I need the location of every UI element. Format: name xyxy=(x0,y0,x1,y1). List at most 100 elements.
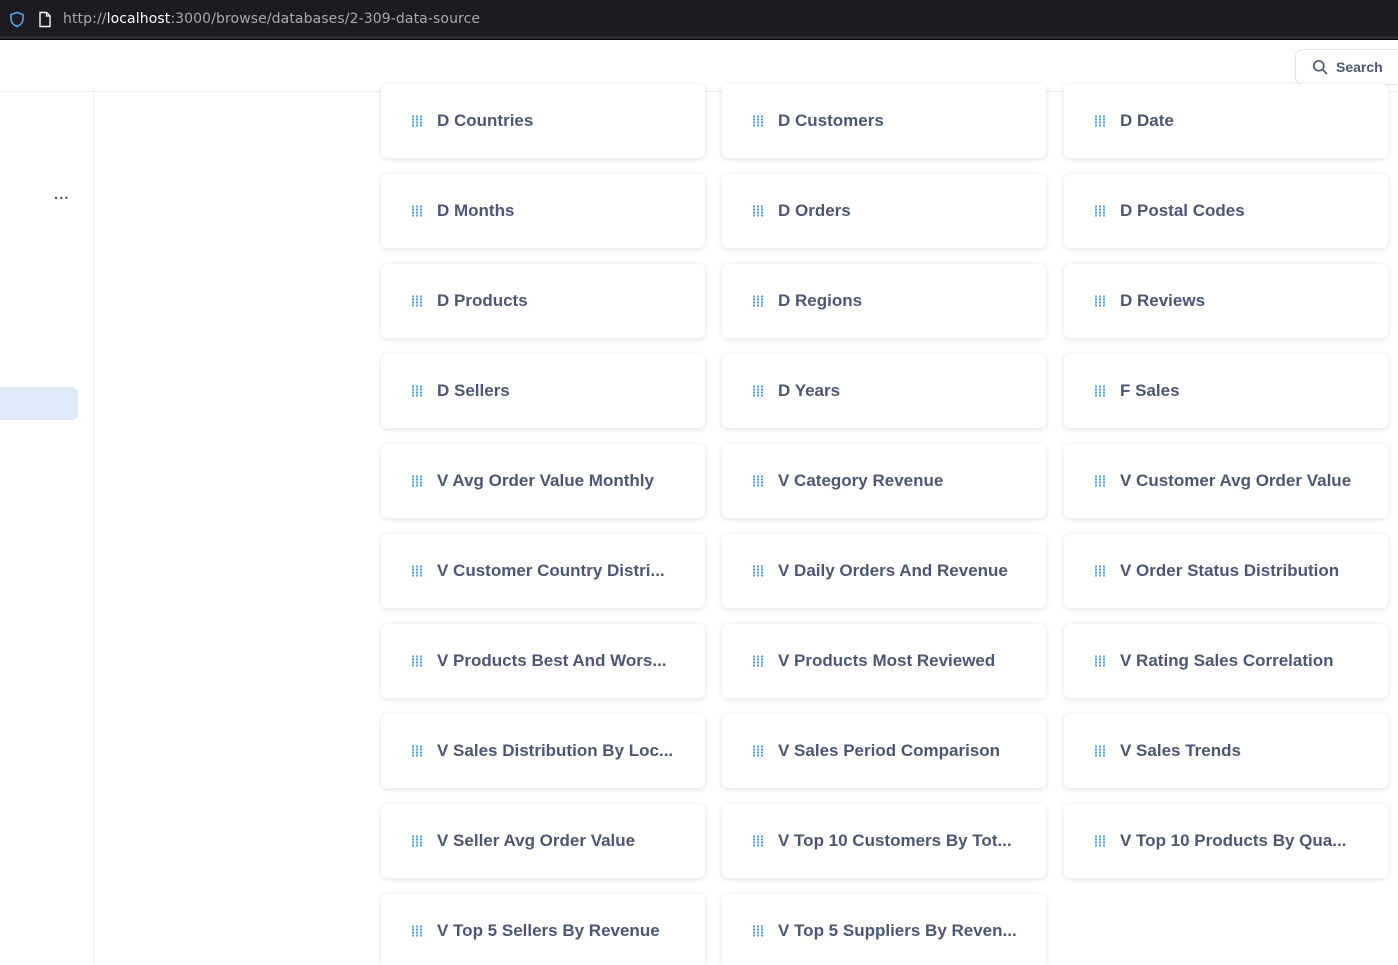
table-card[interactable]: D Reviews xyxy=(1064,264,1388,338)
sidebar: ... xyxy=(0,92,94,965)
grid-icon xyxy=(1095,655,1105,667)
table-card-label: D Countries xyxy=(437,111,534,130)
search-button[interactable]: Search xyxy=(1295,49,1398,85)
table-card[interactable]: D Orders xyxy=(722,174,1046,248)
url-host: localhost xyxy=(106,11,171,27)
grid-icon xyxy=(753,115,763,127)
table-card-label: D Regions xyxy=(778,291,863,310)
table-card[interactable]: D Postal Codes xyxy=(1064,174,1388,248)
table-card-label: V Top 10 Customers By Tot... xyxy=(778,831,1012,850)
table-card-label: D Customers xyxy=(778,111,884,130)
grid-icon xyxy=(753,385,763,397)
grid-icon xyxy=(412,115,422,127)
grid-icon xyxy=(412,295,422,307)
table-card[interactable]: V Order Status Distribution xyxy=(1064,534,1388,608)
table-card-label: V Order Status Distribution xyxy=(1120,561,1340,580)
table-card[interactable]: D Months xyxy=(381,174,705,248)
grid-icon xyxy=(1095,205,1105,217)
table-card-label: V Customer Country Distri... xyxy=(437,561,665,580)
grid-icon xyxy=(753,205,763,217)
grid-icon xyxy=(412,655,422,667)
grid-icon xyxy=(753,925,763,937)
table-card-label: V Products Most Reviewed xyxy=(778,651,996,670)
table-card-label: V Top 5 Suppliers By Reven... xyxy=(778,921,1017,940)
table-card[interactable]: D Customers xyxy=(722,84,1046,158)
grid-icon xyxy=(753,655,763,667)
table-card-label: D Date xyxy=(1120,111,1174,130)
table-card-label: V Sales Period Comparison xyxy=(778,741,1001,760)
table-card-label: D Years xyxy=(778,381,841,400)
grid-icon xyxy=(1095,835,1105,847)
grid-icon xyxy=(1095,565,1105,577)
url-bar-divider xyxy=(0,36,1398,39)
table-card[interactable]: V Rating Sales Correlation xyxy=(1064,624,1388,698)
grid-icon xyxy=(753,565,763,577)
table-card-label: V Sales Distribution By Loc... xyxy=(437,741,674,760)
table-card[interactable]: V Sales Trends xyxy=(1064,714,1388,788)
table-card-label: D Orders xyxy=(778,201,851,220)
grid-icon xyxy=(412,385,422,397)
grid-icon xyxy=(753,475,763,487)
table-card[interactable]: V Products Most Reviewed xyxy=(722,624,1046,698)
grid-icon xyxy=(1095,385,1105,397)
table-card-label: V Sales Trends xyxy=(1120,741,1241,760)
search-icon xyxy=(1312,59,1328,75)
grid-icon xyxy=(753,745,763,757)
url-prefix: http:// xyxy=(63,11,107,27)
table-card[interactable]: V Top 10 Customers By Tot... xyxy=(722,804,1046,878)
grid-icon xyxy=(1095,475,1105,487)
table-card-label: F Sales xyxy=(1120,381,1180,400)
table-card-label: V Seller Avg Order Value xyxy=(437,831,636,850)
grid-icon xyxy=(1095,295,1105,307)
grid-icon xyxy=(412,565,422,577)
table-card-label: D Postal Codes xyxy=(1120,201,1245,220)
sidebar-active-item[interactable] xyxy=(0,387,78,420)
grid-icon xyxy=(753,295,763,307)
table-card[interactable]: V Top 5 Suppliers By Reven... xyxy=(722,894,1046,965)
table-card-label: V Daily Orders And Revenue xyxy=(778,561,1008,580)
url-text[interactable]: http://localhost:3000/browse/databases/2… xyxy=(63,11,480,27)
grid-icon xyxy=(1095,745,1105,757)
table-card[interactable]: V Seller Avg Order Value xyxy=(381,804,705,878)
more-options-icon[interactable]: ... xyxy=(54,186,70,203)
grid-icon xyxy=(412,745,422,757)
shield-icon[interactable] xyxy=(9,11,25,28)
browser-url-bar: http://localhost:3000/browse/databases/2… xyxy=(0,0,1398,40)
table-card[interactable]: V Daily Orders And Revenue xyxy=(722,534,1046,608)
grid-icon xyxy=(753,835,763,847)
table-card[interactable]: D Regions xyxy=(722,264,1046,338)
table-card[interactable]: D Countries xyxy=(381,84,705,158)
table-card-label: D Reviews xyxy=(1120,291,1206,310)
table-card[interactable]: V Sales Distribution By Loc... xyxy=(381,714,705,788)
page-icon xyxy=(39,11,51,28)
search-label: Search xyxy=(1336,59,1383,75)
table-card-label: V Customer Avg Order Value xyxy=(1120,471,1352,490)
grid-icon xyxy=(1095,115,1105,127)
table-card[interactable]: V Sales Period Comparison xyxy=(722,714,1046,788)
table-card-label: V Top 10 Products By Qua... xyxy=(1120,831,1347,850)
table-card-label: V Top 5 Sellers By Revenue xyxy=(437,921,660,940)
grid-icon xyxy=(412,925,422,937)
grid-icon xyxy=(412,475,422,487)
table-card[interactable]: V Avg Order Value Monthly xyxy=(381,444,705,518)
table-card-label: V Products Best And Wors... xyxy=(437,651,667,670)
table-card[interactable]: V Category Revenue xyxy=(722,444,1046,518)
table-card-label: V Rating Sales Correlation xyxy=(1120,651,1334,670)
table-card-label: D Products xyxy=(437,291,528,310)
table-card[interactable]: F Sales xyxy=(1064,354,1388,428)
grid-icon xyxy=(412,205,422,217)
table-card-label: V Avg Order Value Monthly xyxy=(437,471,654,490)
url-path: :3000/browse/databases/2-309-data-source xyxy=(170,11,481,27)
table-card[interactable]: D Date xyxy=(1064,84,1388,158)
table-card[interactable]: V Top 10 Products By Qua... xyxy=(1064,804,1388,878)
grid-icon xyxy=(412,835,422,847)
table-card[interactable]: V Customer Country Distri... xyxy=(381,534,705,608)
table-card[interactable]: D Products xyxy=(381,264,705,338)
table-card-label: D Months xyxy=(437,201,515,220)
table-card[interactable]: D Years xyxy=(722,354,1046,428)
table-card[interactable]: V Top 5 Sellers By Revenue xyxy=(381,894,705,965)
table-card[interactable]: V Products Best And Wors... xyxy=(381,624,705,698)
table-card-label: V Category Revenue xyxy=(778,471,944,490)
table-card[interactable]: V Customer Avg Order Value xyxy=(1064,444,1388,518)
table-card[interactable]: D Sellers xyxy=(381,354,705,428)
